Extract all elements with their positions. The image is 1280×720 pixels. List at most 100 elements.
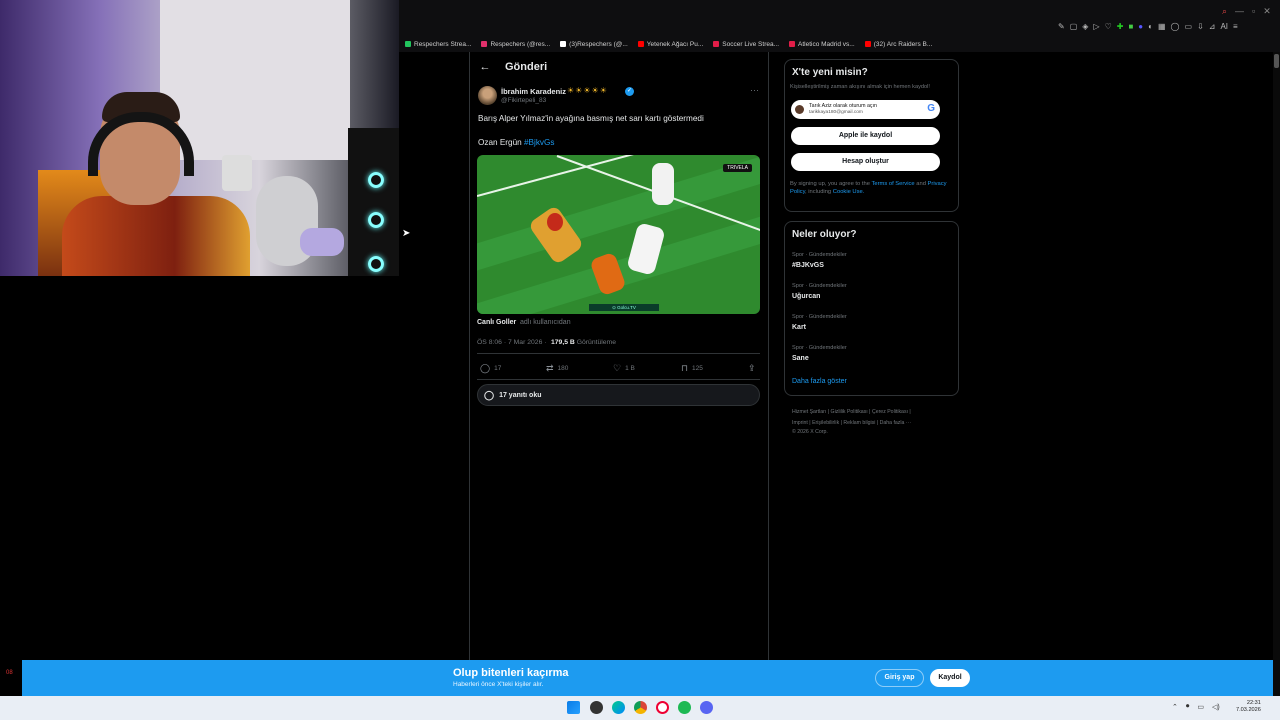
like-button[interactable]: ♡ 1 B [613, 363, 635, 374]
youtube-icon [637, 41, 644, 47]
trend-category: Spor · Gündemdekiler [792, 314, 847, 320]
bookmark-label: (32) Arc Raiders B... [873, 40, 933, 48]
show-more-link[interactable]: Daha fazla göster [792, 378, 847, 385]
screenshot-icon[interactable]: ▢ [1070, 22, 1078, 31]
search-icon[interactable]: ⌕ [1222, 6, 1227, 17]
extension-icon[interactable]: ✚ [1117, 22, 1124, 31]
author-handle[interactable]: @Fikirtepeli_83 [501, 97, 546, 104]
heart-icon[interactable]: ♡ [1105, 22, 1112, 31]
close-icon[interactable]: ✕ [1263, 6, 1271, 17]
bookmark-item[interactable]: Soccer Live Strea... [713, 38, 779, 50]
scrollbar[interactable] [1273, 52, 1280, 696]
mic-icon[interactable]: ⏺ [1186, 703, 1190, 711]
trend-category: Spor · Gündemdekiler [792, 345, 847, 351]
chat-icon[interactable]: ◯ [1171, 22, 1180, 31]
terms-and: and [916, 181, 926, 187]
read-replies-label: 17 yanıtı oku [499, 391, 542, 399]
tweet-video[interactable]: TRIVELA ⊙ Golcu.TV [477, 155, 760, 314]
bookmark-item[interactable]: Yetenek Ağacı Pu... [637, 38, 704, 50]
author-emoji: ☀☀☀☀☀ [567, 86, 608, 95]
footer-links: Hizmet Şartları | Gizlilik Politikası | … [792, 406, 957, 438]
trend-item[interactable]: Kart [792, 324, 806, 331]
login-button[interactable]: Giriş yap [875, 669, 924, 687]
scrollbar-thumb[interactable] [1274, 54, 1279, 68]
opera-icon[interactable] [656, 701, 669, 714]
sidebar-icon[interactable]: ⊿ [1209, 22, 1216, 31]
download-icon[interactable]: ⇩ [1197, 22, 1204, 31]
bookmark-favicon-icon [713, 41, 720, 47]
maximize-icon[interactable]: ▫ [1252, 6, 1255, 17]
terms-text: By signing up, you agree to the Terms of… [790, 180, 950, 196]
webcam-overlay [0, 0, 399, 276]
clock-time: 22:31 [1246, 700, 1261, 706]
channel-logo: ⊙ Golcu.TV [589, 304, 659, 311]
trend-category: Spor · Gündemdekiler [792, 283, 847, 289]
window-controls: ⌕ — ▫ ✕ [1222, 6, 1271, 17]
google-signin-button[interactable]: Tarık Aziz olarak oturum açın tarikkaya1… [791, 100, 940, 119]
chrome-icon[interactable] [634, 701, 647, 714]
extension-icon[interactable]: ◐ [1148, 22, 1153, 31]
trend-item[interactable]: #BJKvGS [792, 262, 824, 269]
signup-title: X'te yeni misin? [792, 67, 868, 78]
read-replies-button[interactable]: ◯ 17 yanıtı oku [477, 384, 760, 406]
views-label: Görüntüleme [576, 339, 616, 346]
bookmark-item[interactable]: (3)Respechers (@... [560, 38, 628, 50]
spotify-icon[interactable] [678, 701, 691, 714]
windows-start-icon[interactable] [567, 701, 580, 714]
trend-category: Spor · Gündemdekiler [792, 252, 847, 258]
menu-icon[interactable]: ≡ [1233, 22, 1238, 31]
terms-prefix: By signing up, you agree to the [790, 181, 870, 187]
like-count: 1 B [625, 365, 635, 372]
chevron-up-icon[interactable]: ⌃ [1172, 703, 1178, 711]
browser-toolbar: ✎ ▢ ◈ ▷ ♡ ✚ ■ ● ◐ ▦ ◯ ▭ ⇩ ⊿ AI ≡ [1058, 22, 1238, 31]
avatar[interactable] [478, 86, 497, 105]
apple-signup-button[interactable]: Apple ile kaydol [791, 127, 940, 145]
source-name[interactable]: Canlı Goller [477, 319, 516, 326]
channel-tag: TRIVELA [723, 164, 752, 172]
discord-icon[interactable] [700, 701, 713, 714]
register-button[interactable]: Kaydol [930, 669, 970, 687]
edge-icon[interactable] [612, 701, 625, 714]
app-icon[interactable] [590, 701, 603, 714]
hashtag-link[interactable]: #BjkvGs [524, 138, 554, 147]
google-account-email: tarikkaya180@gmail.com [809, 110, 863, 115]
bookmark-item[interactable]: Respechers Strea... [405, 38, 471, 50]
tweet-timestamp[interactable]: ÖS 8:06 · 7 Mar 2026 · [477, 339, 547, 346]
bookmark-item[interactable]: Respechers (@res... [481, 38, 550, 50]
ai-button[interactable]: AI [1220, 22, 1228, 31]
trend-item[interactable]: Uğurcan [792, 293, 820, 300]
reply-button[interactable]: ◯ 17 [480, 363, 501, 374]
bookmark-item[interactable]: Atletico Madrid vs... [789, 38, 855, 50]
play-icon[interactable]: ▷ [1093, 22, 1099, 31]
clock[interactable]: 22:31 7.03.2026 [1236, 700, 1261, 714]
minimize-icon[interactable]: — [1235, 6, 1244, 17]
trend-item[interactable]: Sane [792, 355, 809, 362]
back-arrow-icon[interactable]: ← [479, 61, 491, 73]
clock-date: 7.03.2026 [1236, 707, 1261, 713]
google-icon: G [927, 103, 935, 114]
apple-signup-label: Apple ile kaydol [838, 132, 893, 139]
display-icon[interactable]: ▭ [1197, 703, 1204, 711]
extension-icon[interactable]: ● [1138, 22, 1143, 31]
shield-icon[interactable]: ◈ [1082, 22, 1088, 31]
instagram-icon [481, 41, 488, 47]
author-name[interactable]: İbrahim Karadeniz [501, 87, 566, 96]
trends-title: Neler oluyor? [792, 229, 857, 240]
share-button[interactable]: ⇪ [748, 363, 756, 374]
pin-icon[interactable]: ✎ [1058, 22, 1065, 31]
tweet-views: 179,5 B Görüntüleme [551, 339, 616, 346]
volume-icon[interactable]: ◁) [1212, 703, 1220, 711]
bookmark-item[interactable]: (32) Arc Raiders B... [864, 38, 933, 50]
bookmark-button[interactable]: ⊓ 125 [681, 363, 703, 374]
bookmark-label: Yetenek Ağacı Pu... [646, 40, 704, 48]
terms-link[interactable]: Terms of Service [871, 181, 914, 187]
more-options-icon[interactable]: ··· [750, 85, 759, 95]
create-account-button[interactable]: Hesap oluştur [791, 153, 940, 171]
bookmark-favicon-icon [405, 41, 411, 47]
wallet-icon[interactable]: ▭ [1185, 22, 1193, 31]
extension-icon[interactable]: ■ [1128, 22, 1133, 31]
repost-button[interactable]: ⇄ 180 [546, 363, 568, 374]
bookmark-label: Respechers (@res... [490, 40, 551, 48]
extension-icon[interactable]: ▦ [1158, 22, 1166, 31]
cookie-link[interactable]: Cookie Use. [833, 189, 865, 195]
